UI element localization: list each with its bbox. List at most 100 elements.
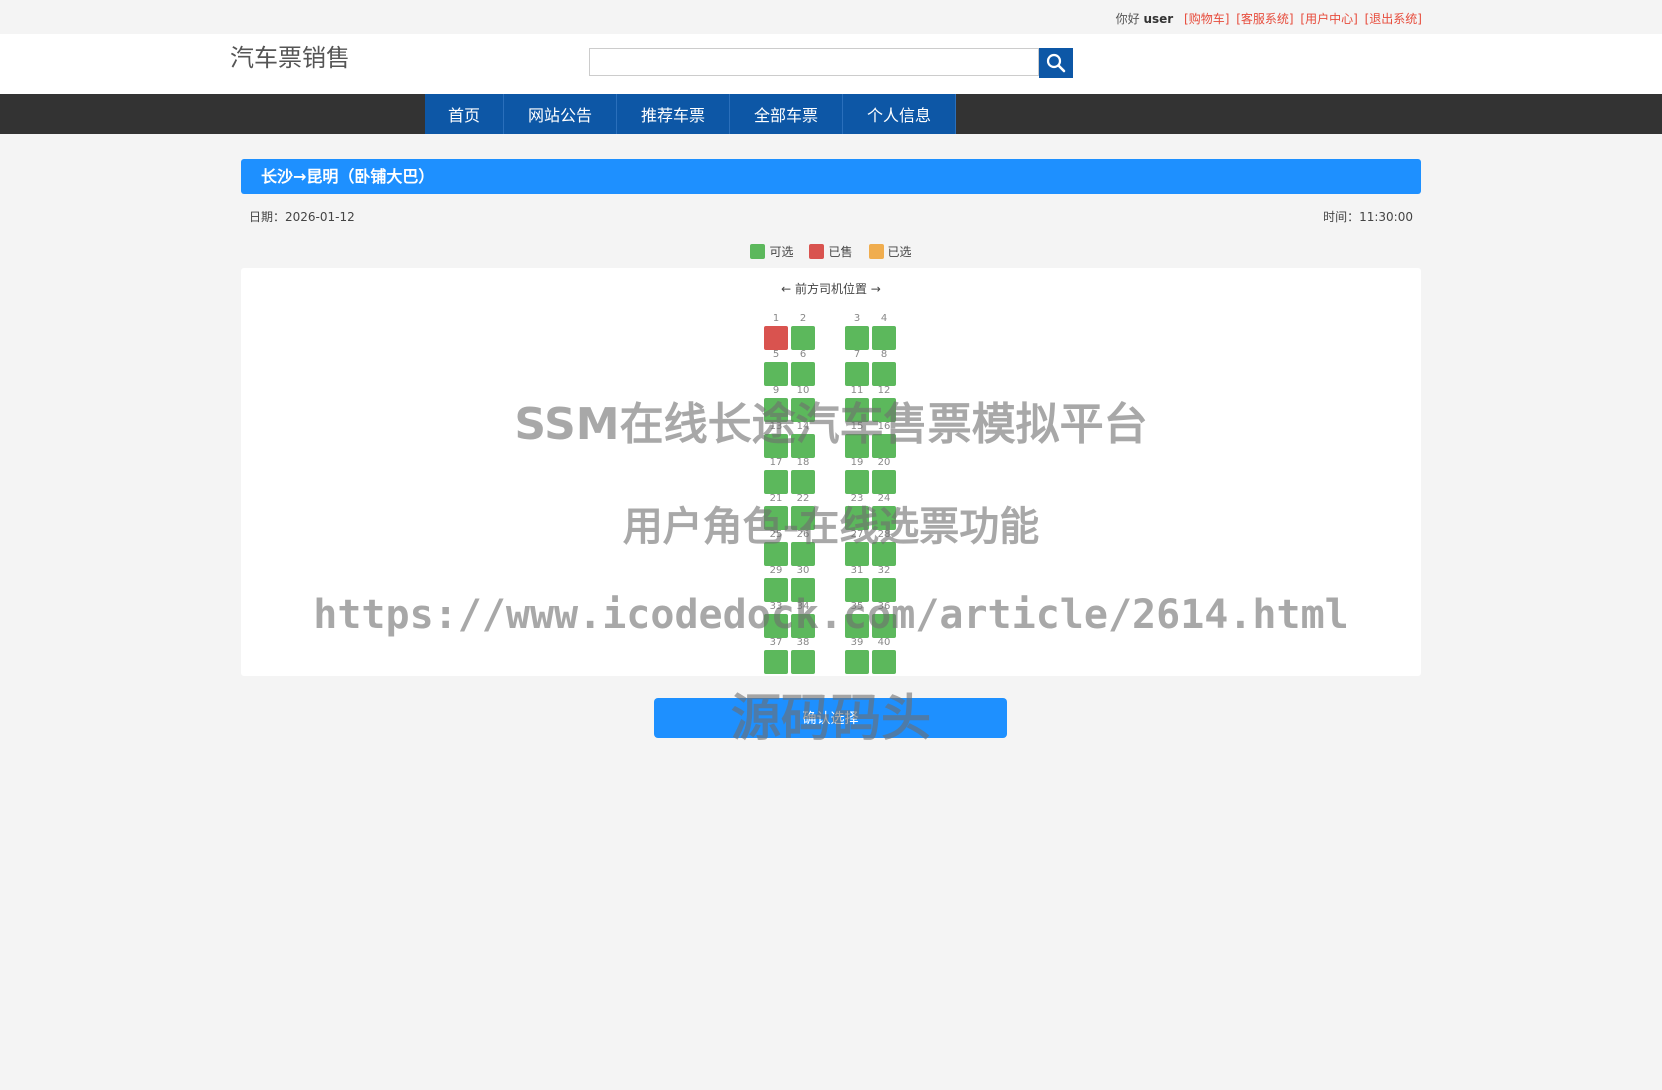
seat-number-39: 39 <box>850 637 864 648</box>
seat-39[interactable] <box>845 650 869 674</box>
site-logo[interactable]: 汽车票销售 <box>230 38 350 73</box>
seat-14[interactable] <box>791 434 815 458</box>
seat-number-10: 10 <box>796 385 810 396</box>
seat-17[interactable] <box>764 470 788 494</box>
route-title: 长沙→昆明（卧铺大巴） <box>241 159 1421 194</box>
seat-number-15: 15 <box>850 421 864 432</box>
seat-number-11: 11 <box>850 385 864 396</box>
seat-number-37: 37 <box>769 637 783 648</box>
seat-number-18: 18 <box>796 457 810 468</box>
customer-service-link[interactable]: [客服系统] <box>1236 12 1293 26</box>
seat-number-35: 35 <box>850 601 864 612</box>
search-input[interactable] <box>589 48 1039 76</box>
nav-item-profile[interactable]: 个人信息 <box>843 94 956 134</box>
seat-10[interactable] <box>791 398 815 422</box>
seat-number-31: 31 <box>850 565 864 576</box>
nav-item-home[interactable]: 首页 <box>425 94 504 134</box>
seat-29[interactable] <box>764 578 788 602</box>
seat-35[interactable] <box>845 614 869 638</box>
seat-number-20: 20 <box>877 457 891 468</box>
seat-number-28: 28 <box>877 529 891 540</box>
seat-number-17: 17 <box>769 457 783 468</box>
seat-19[interactable] <box>845 470 869 494</box>
seat-38[interactable] <box>791 650 815 674</box>
seat-2[interactable] <box>791 326 815 350</box>
seat-21[interactable] <box>764 506 788 530</box>
seat-28[interactable] <box>872 542 896 566</box>
seat-1 <box>764 326 788 350</box>
seat-number-13: 13 <box>769 421 783 432</box>
seat-18[interactable] <box>791 470 815 494</box>
logout-link[interactable]: [退出系统] <box>1365 12 1422 26</box>
seat-legend: 可选 已售 已选 <box>241 234 1421 268</box>
seat-30[interactable] <box>791 578 815 602</box>
seat-3[interactable] <box>845 326 869 350</box>
seat-number-7: 7 <box>853 349 861 360</box>
confirm-selection-button[interactable]: 确认选择 <box>654 698 1007 738</box>
seat-grid: 1 2 3 4 5 6 7 8 9 10 11 12 13 14 15 16 17 18 19 20 21 22 23 24 2… <box>241 268 1421 676</box>
seat-number-16: 16 <box>877 421 891 432</box>
seat-number-8: 8 <box>880 349 888 360</box>
nav-item-announcements[interactable]: 网站公告 <box>504 94 617 134</box>
legend-available: 可选 <box>750 243 793 260</box>
seat-36[interactable] <box>872 614 896 638</box>
main-navbar: 首页 网站公告 推荐车票 全部车票 个人信息 <box>0 94 1662 134</box>
seat-13[interactable] <box>764 434 788 458</box>
greeting-text: 你好 <box>1115 12 1140 26</box>
nav-item-recommended-tickets[interactable]: 推荐车票 <box>617 94 730 134</box>
seat-26[interactable] <box>791 542 815 566</box>
seat-number-9: 9 <box>772 385 780 396</box>
seat-number-5: 5 <box>772 349 780 360</box>
seat-11[interactable] <box>845 398 869 422</box>
seat-number-3: 3 <box>853 313 861 324</box>
seat-5[interactable] <box>764 362 788 386</box>
search-box <box>589 48 1073 78</box>
trip-time: 时间：11:30:00 <box>1323 210 1413 224</box>
seat-number-22: 22 <box>796 493 810 504</box>
seat-number-21: 21 <box>769 493 783 504</box>
seat-37[interactable] <box>764 650 788 674</box>
legend-available-swatch <box>750 243 766 259</box>
nav-menu: 首页 网站公告 推荐车票 全部车票 个人信息 <box>425 94 956 134</box>
seat-number-36: 36 <box>877 601 891 612</box>
seat-12[interactable] <box>872 398 896 422</box>
seat-32[interactable] <box>872 578 896 602</box>
seat-number-27: 27 <box>850 529 864 540</box>
user-links: 你好 user [购物车] [客服系统] [用户中心] [退出系统] <box>1116 10 1422 27</box>
seat-15[interactable] <box>845 434 869 458</box>
seat-34[interactable] <box>791 614 815 638</box>
user-center-link[interactable]: [用户中心] <box>1300 12 1357 26</box>
seat-16[interactable] <box>872 434 896 458</box>
seat-number-12: 12 <box>877 385 891 396</box>
seat-number-24: 24 <box>877 493 891 504</box>
seat-6[interactable] <box>791 362 815 386</box>
seat-25[interactable] <box>764 542 788 566</box>
seat-number-14: 14 <box>796 421 810 432</box>
seat-24[interactable] <box>872 506 896 530</box>
seat-number-4: 4 <box>880 313 888 324</box>
seat-number-19: 19 <box>850 457 864 468</box>
seat-number-34: 34 <box>796 601 810 612</box>
seat-number-25: 25 <box>769 529 783 540</box>
seat-22[interactable] <box>791 506 815 530</box>
seat-7[interactable] <box>845 362 869 386</box>
seat-map-panel: ← 前方司机位置 → 1 2 3 4 5 6 7 8 9 10 11 12 13 14 15 16 17 18 19… <box>241 268 1421 676</box>
legend-sold-label: 已售 <box>828 244 853 259</box>
seat-number-40: 40 <box>877 637 891 648</box>
seat-number-26: 26 <box>796 529 810 540</box>
seat-33[interactable] <box>764 614 788 638</box>
seat-40[interactable] <box>872 650 896 674</box>
nav-item-all-tickets[interactable]: 全部车票 <box>730 94 843 134</box>
seat-number-2: 2 <box>799 313 807 324</box>
seat-20[interactable] <box>872 470 896 494</box>
search-button[interactable] <box>1039 48 1073 78</box>
seat-27[interactable] <box>845 542 869 566</box>
seat-9[interactable] <box>764 398 788 422</box>
cart-link[interactable]: [购物车] <box>1184 12 1229 26</box>
seat-8[interactable] <box>872 362 896 386</box>
legend-sold: 已售 <box>809 243 853 260</box>
seat-number-38: 38 <box>796 637 810 648</box>
seat-23[interactable] <box>845 506 869 530</box>
seat-31[interactable] <box>845 578 869 602</box>
seat-4[interactable] <box>872 326 896 350</box>
